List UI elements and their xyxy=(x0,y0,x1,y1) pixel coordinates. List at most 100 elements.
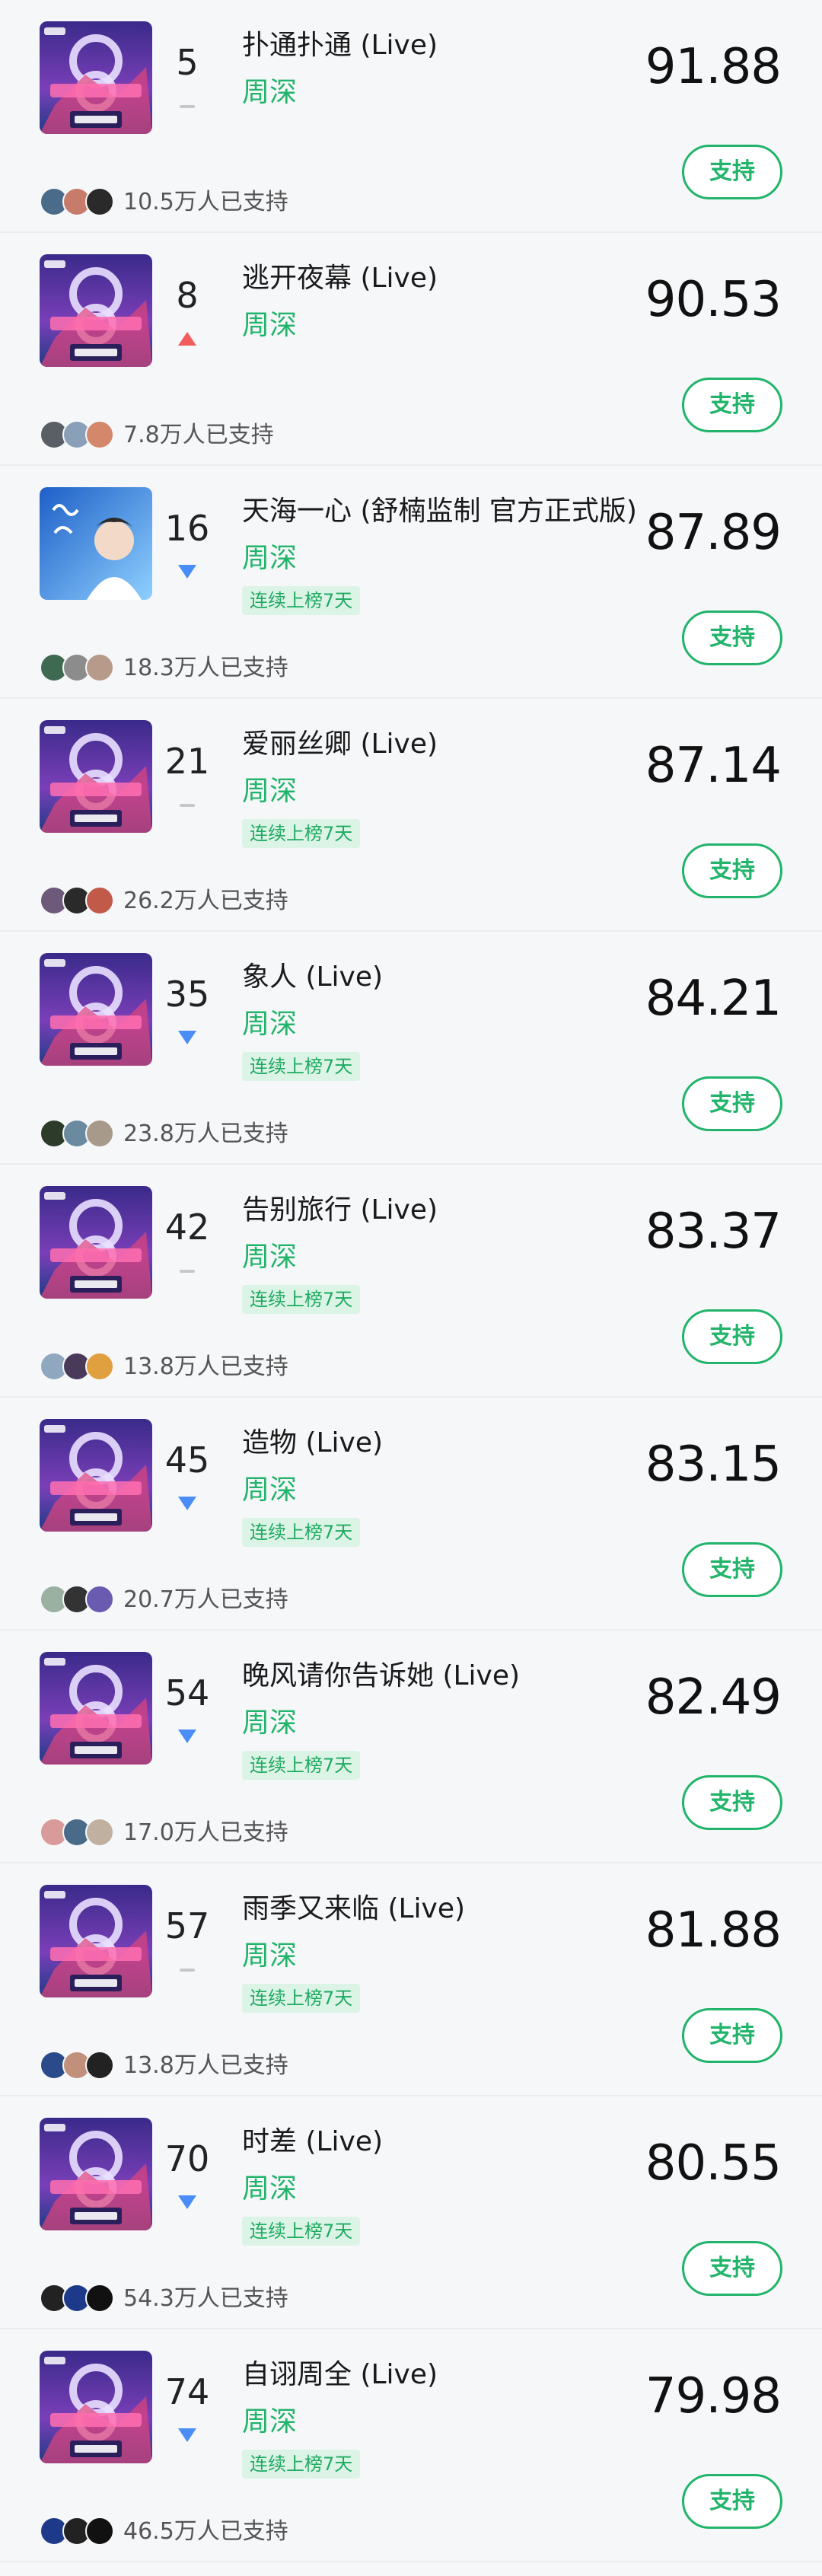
score-value: 80.55 xyxy=(645,2135,782,2192)
artist-name[interactable]: 周深 xyxy=(242,1239,297,1276)
rank-number: 35 xyxy=(164,974,210,1015)
streak-badge: 连续上榜7天 xyxy=(242,1984,361,2013)
artist-name[interactable]: 周深 xyxy=(242,773,297,810)
song-title[interactable]: 雨季又来临 (Live) xyxy=(242,1891,653,1927)
artist-name[interactable]: 周深 xyxy=(242,308,297,344)
trend-down-icon xyxy=(178,2195,196,2211)
supporter-avatars xyxy=(40,886,119,917)
album-cover[interactable] xyxy=(40,2351,152,2463)
support-button[interactable]: 支持 xyxy=(682,1775,782,1830)
streak-badge: 连续上榜7天 xyxy=(242,586,361,615)
rank-number: 74 xyxy=(164,2371,210,2412)
artist-name[interactable]: 周深 xyxy=(242,75,297,111)
chart-row[interactable]: 5 扑通扑通 (Live) 周深 91.88 支持 10.5万人已支持 xyxy=(0,0,822,233)
album-cover[interactable] xyxy=(40,720,152,833)
artist-name[interactable]: 周深 xyxy=(242,2171,297,2208)
score-value: 79.98 xyxy=(645,2368,782,2425)
chart-row[interactable]: 70 时差 (Live) 周深 连续上榜7天 80.55 支持 54.3万人已支持 xyxy=(0,2096,822,2329)
artist-name[interactable]: 周深 xyxy=(242,1938,297,1975)
song-title[interactable]: 晚风请你告诉她 (Live) xyxy=(242,1658,653,1694)
artist-name[interactable]: 周深 xyxy=(242,1006,297,1043)
score-value: 82.49 xyxy=(645,1669,782,1726)
streak-badge: 连续上榜7天 xyxy=(242,1518,361,1547)
score-value: 90.53 xyxy=(645,272,782,328)
streak-badge: 连续上榜7天 xyxy=(242,1751,361,1780)
support-button[interactable]: 支持 xyxy=(682,1076,782,1131)
chart-row[interactable]: 21 爱丽丝卿 (Live) 周深 连续上榜7天 87.14 支持 26.2万人已支持 xyxy=(0,699,822,932)
support-button[interactable]: 支持 xyxy=(682,378,782,432)
album-cover[interactable] xyxy=(40,1885,152,1997)
song-title[interactable]: 逃开夜幕 (Live) xyxy=(242,260,653,297)
trend-up-icon xyxy=(178,332,196,347)
avatar xyxy=(85,2051,114,2080)
support-button[interactable]: 支持 xyxy=(682,145,782,199)
song-title[interactable]: 象人 (Live) xyxy=(242,959,653,996)
trend-flat-icon xyxy=(178,804,196,807)
supporter-count: 23.8万人已支持 xyxy=(123,1121,288,1147)
supporter-avatars xyxy=(40,187,119,218)
supporter-avatars xyxy=(40,2517,119,2547)
song-title[interactable]: 爱丽丝卿 (Live) xyxy=(242,726,653,763)
artist-name[interactable]: 周深 xyxy=(242,540,297,577)
supporter-avatars xyxy=(40,653,119,684)
chart-row[interactable]: 45 造物 (Live) 周深连续上榜7天 83.15 支持 20.7万人已支持 xyxy=(0,1398,822,1631)
supporter-count: 18.3万人已支持 xyxy=(123,655,288,681)
score-value: 83.15 xyxy=(645,1436,782,1493)
song-title[interactable]: 扑通扑通 (Live) xyxy=(242,27,653,64)
artist-name[interactable]: 周深 xyxy=(242,1472,297,1509)
song-title[interactable]: 天海一心 (舒楠监制 官方正式版) xyxy=(242,493,653,530)
support-button[interactable]: 支持 xyxy=(682,1542,782,1597)
support-button[interactable]: 支持 xyxy=(682,2241,782,2296)
supporter-count: 20.7万人已支持 xyxy=(123,1586,288,1613)
rank-number: 16 xyxy=(164,508,210,549)
rank-number: 57 xyxy=(164,1905,210,1946)
album-cover[interactable] xyxy=(40,21,152,134)
chart-row[interactable]: 42 告别旅行 (Live) 周深 连续上榜7天 83.37 支持 13.8万人已支持 xyxy=(0,1165,822,1398)
score-value: 91.88 xyxy=(645,39,782,95)
support-button[interactable]: 支持 xyxy=(682,843,782,898)
rank-number: 45 xyxy=(164,1439,210,1481)
streak-badge: 连续上榜7天 xyxy=(242,2450,361,2479)
supporter-count: 17.0万人已支持 xyxy=(123,1819,288,1846)
song-title[interactable]: 造物 (Live) xyxy=(242,1425,653,1462)
chart-row[interactable]: 35 象人 (Live) 周深 连续上榜7天 84.21 支持 23.8万人已支持 xyxy=(0,932,822,1165)
album-cover[interactable] xyxy=(40,1652,152,1765)
chart-row[interactable]: 57 雨季又来临 (Live) 周深 连续上榜7天 81.88 支持 13.8万人已支持 xyxy=(0,1863,822,2096)
chart-row[interactable]: 54 晚风请你告诉她 (Live) 周深 连续上榜7天 82.49 支持 17.0万人已支持 xyxy=(0,1631,822,1863)
supporter-avatars xyxy=(40,2051,119,2081)
chart-row[interactable]: 16 天海一心 (舒楠监制 官方正式版) 周深连续上榜7天 87.89 支持 18.3万人… xyxy=(0,466,822,699)
album-cover[interactable] xyxy=(40,487,152,600)
song-title[interactable]: 时差 (Live) xyxy=(242,2124,653,2160)
album-cover[interactable] xyxy=(40,1419,152,1532)
avatar xyxy=(85,1352,114,1381)
score-value: 83.37 xyxy=(645,1204,782,1260)
album-cover[interactable] xyxy=(40,1186,152,1299)
artist-name[interactable]: 周深 xyxy=(242,1705,297,1742)
support-button[interactable]: 支持 xyxy=(682,611,782,665)
avatar xyxy=(85,653,114,682)
song-title[interactable]: 告别旅行 (Live) xyxy=(242,1192,653,1229)
chart-row[interactable]: 74 自诩周全 (Live) 周深 连续上榜7天 79.98 支持 46.5万人已支持 xyxy=(0,2329,822,2562)
avatar xyxy=(85,1585,114,1614)
artist-name[interactable]: 周深 xyxy=(242,2404,297,2441)
album-cover[interactable] xyxy=(40,953,152,1066)
score-value: 87.89 xyxy=(645,505,782,561)
album-cover[interactable] xyxy=(40,2118,152,2230)
rank-number: 70 xyxy=(164,2138,210,2179)
chart-row[interactable]: 8 逃开夜幕 (Live) 周深 90.53 支持 7.8万人已支持 xyxy=(0,233,822,466)
support-button[interactable]: 支持 xyxy=(682,2474,782,2529)
chart-song-list: 5 扑通扑通 (Live) 周深 91.88 支持 10.5万人已支持 8 逃开夜幕 (Liv… xyxy=(0,0,822,2576)
support-button[interactable]: 支持 xyxy=(682,2008,782,2063)
score-value: 87.14 xyxy=(645,738,782,794)
streak-badge: 连续上榜7天 xyxy=(242,1052,361,1081)
rank-number: 21 xyxy=(164,741,210,782)
trend-down-icon xyxy=(178,1730,196,1745)
support-button[interactable]: 支持 xyxy=(682,1309,782,1364)
supporter-count: 13.8万人已支持 xyxy=(123,1353,288,1380)
song-title[interactable]: 自诩周全 (Live) xyxy=(242,2357,653,2393)
avatar xyxy=(85,1818,114,1847)
supporter-avatars xyxy=(40,1585,119,1615)
album-cover[interactable] xyxy=(40,254,152,367)
trend-down-icon xyxy=(178,565,196,580)
supporter-count: 26.2万人已支持 xyxy=(123,888,288,914)
